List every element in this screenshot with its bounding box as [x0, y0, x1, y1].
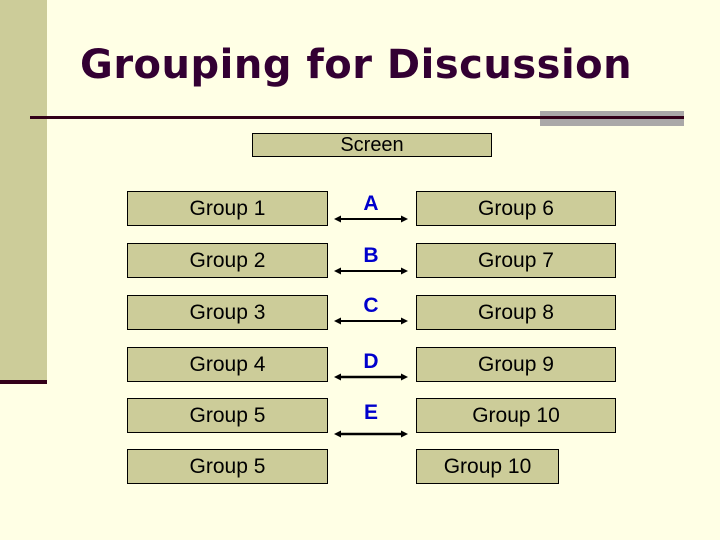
group-box-right: Group 10 [416, 398, 616, 433]
group-label: Group 3 [189, 300, 266, 324]
group-label: Group 4 [189, 352, 266, 376]
group-box-left: Group 5 [127, 398, 328, 433]
group-box-right: Group 9 [416, 347, 616, 382]
pair-letter: D [363, 350, 379, 373]
group-label: Group 2 [189, 248, 266, 272]
group-box-right: Group 10 [416, 449, 559, 484]
group-box-left: Group 2 [127, 243, 328, 278]
slide-title: Grouping for Discussion [80, 42, 633, 88]
group-box-right: Group 8 [416, 295, 616, 330]
double-arrow-icon [334, 266, 408, 276]
pair-letter: B [363, 244, 379, 267]
double-arrow-icon [334, 316, 408, 326]
group-label: Group 5 [189, 454, 266, 478]
group-label: Group 7 [478, 248, 554, 272]
left-decorative-bar [0, 0, 47, 380]
screen-box: Screen [252, 133, 492, 157]
group-label: Group 10 [443, 454, 532, 478]
double-arrow-icon [334, 372, 408, 382]
group-label: Group 9 [478, 352, 554, 376]
group-label: Group 1 [189, 196, 266, 220]
group-box-left: Group 1 [127, 191, 328, 226]
group-box-right: Group 7 [416, 243, 616, 278]
group-box-left: Group 4 [127, 347, 328, 382]
group-box-left: Group 3 [127, 295, 328, 330]
group-label: Group 5 [189, 403, 266, 427]
double-arrow-icon [334, 214, 408, 224]
screen-label: Screen [340, 133, 404, 156]
group-box-right: Group 6 [416, 191, 616, 226]
group-box-left: Group 5 [127, 449, 328, 484]
group-label: Group 6 [478, 196, 554, 220]
group-label: Group 10 [472, 403, 560, 427]
title-rule [30, 116, 684, 119]
pair-letter: E [363, 401, 378, 424]
left-bar-edge [0, 380, 47, 384]
group-label: Group 8 [478, 300, 554, 324]
double-arrow-icon [334, 429, 408, 439]
pair-letter: A [363, 192, 379, 215]
pair-letter: C [363, 294, 379, 317]
